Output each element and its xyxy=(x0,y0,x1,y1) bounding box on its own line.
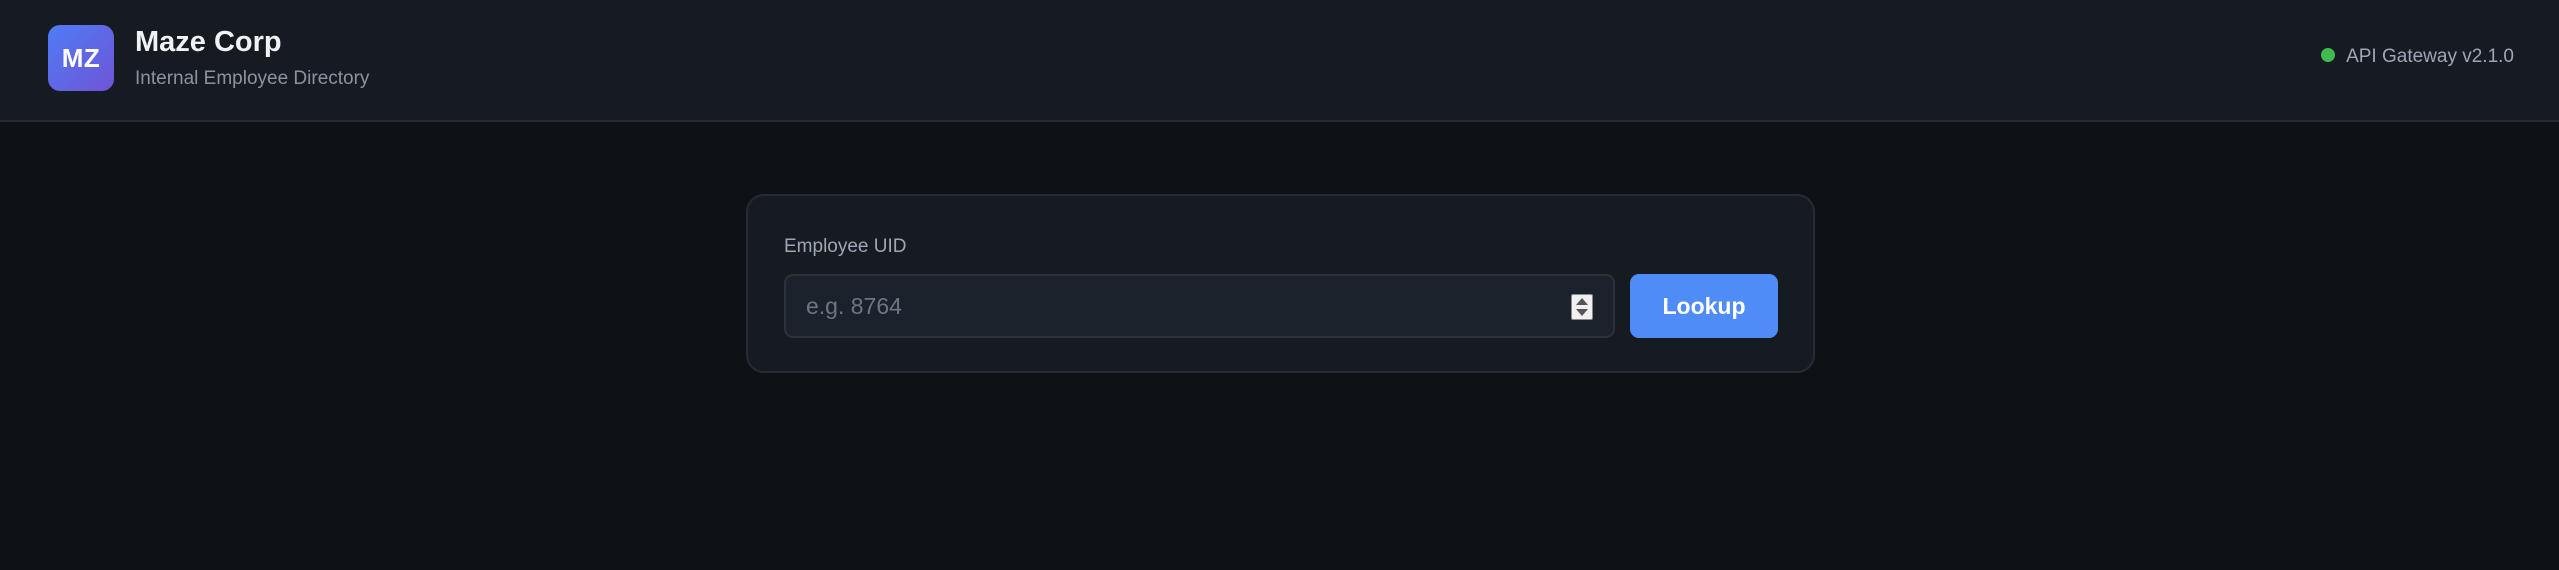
api-status: API Gateway v2.1.0 xyxy=(2321,46,2514,68)
employee-uid-label: Employee UID xyxy=(784,236,907,257)
spinner-up-icon[interactable] xyxy=(1576,298,1588,305)
status-dot-icon xyxy=(2321,48,2336,62)
app-subtitle: Internal Employee Directory xyxy=(135,68,370,89)
logo: MZ xyxy=(48,25,114,91)
spinner-down-icon[interactable] xyxy=(1576,309,1588,316)
app-header: MZ Maze Corp Internal Employee Directory… xyxy=(0,0,2559,122)
lookup-button[interactable]: Lookup xyxy=(1630,274,1778,338)
lookup-card: Employee UID Lookup xyxy=(746,194,1815,373)
app-title: Maze Corp xyxy=(135,26,282,58)
employee-uid-input[interactable] xyxy=(786,276,1613,336)
api-status-label: API Gateway v2.1.0 xyxy=(2346,46,2514,67)
employee-uid-field xyxy=(784,274,1615,338)
number-spinner-icon[interactable] xyxy=(1571,294,1593,320)
